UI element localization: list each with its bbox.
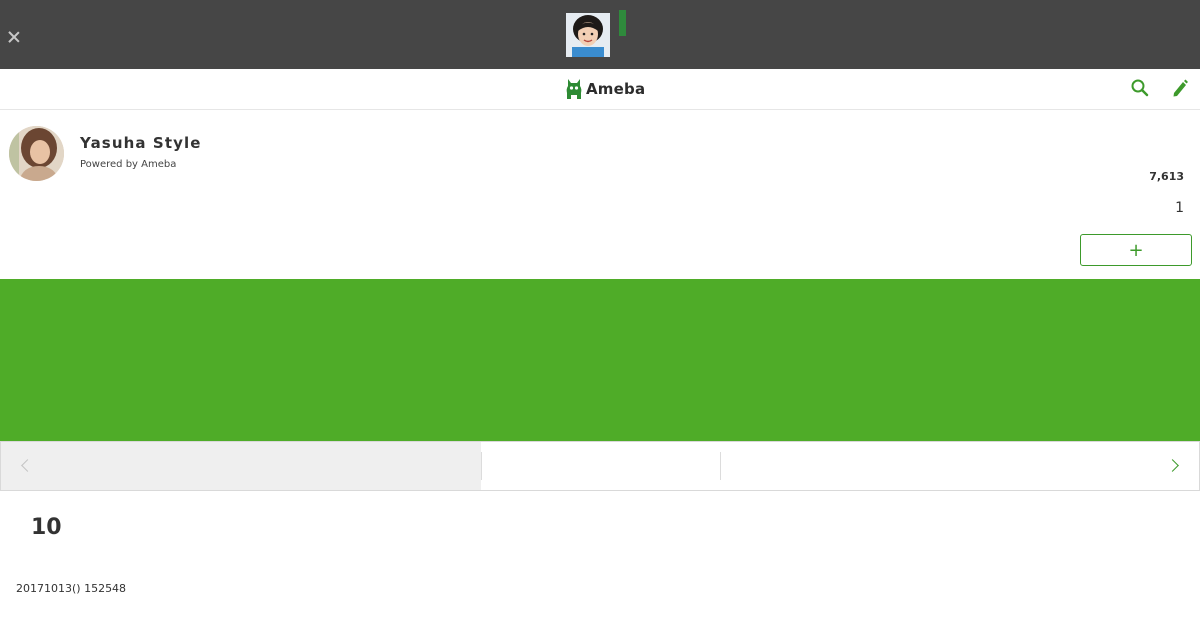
reader-count: 7,613 xyxy=(1149,170,1184,183)
hero-banner xyxy=(0,279,1200,441)
chevron-right-icon xyxy=(1166,459,1179,472)
banner-accent-bar xyxy=(619,10,626,36)
blog-avatar[interactable] xyxy=(9,126,64,181)
powered-by-label: Powered by Ameba xyxy=(80,159,177,170)
search-icon[interactable] xyxy=(1130,78,1150,98)
count-value: 1 xyxy=(1175,200,1184,216)
article-heading[interactable]: 10 xyxy=(31,515,62,540)
close-icon[interactable] xyxy=(5,28,23,46)
logo-text: Ameba xyxy=(586,80,646,98)
blog-title[interactable]: Yasuha Style xyxy=(80,134,202,152)
pager-next-button[interactable] xyxy=(720,442,1199,490)
article-pager xyxy=(0,441,1200,491)
header: Ameba xyxy=(0,69,1200,110)
pager-prev-button[interactable] xyxy=(1,442,481,490)
ameba-logo-icon xyxy=(566,79,582,99)
banner-avatar[interactable] xyxy=(566,13,610,57)
follow-button[interactable]: + xyxy=(1080,234,1192,266)
pager-divider xyxy=(481,452,482,480)
pager-list-button[interactable] xyxy=(481,442,720,490)
ameba-logo[interactable]: Ameba xyxy=(565,77,645,101)
article-date: 20171013() 152548 xyxy=(16,582,127,595)
pencil-icon[interactable] xyxy=(1171,78,1189,98)
chevron-left-icon xyxy=(21,459,34,472)
app-banner xyxy=(0,0,1200,69)
pager-divider xyxy=(720,452,721,480)
